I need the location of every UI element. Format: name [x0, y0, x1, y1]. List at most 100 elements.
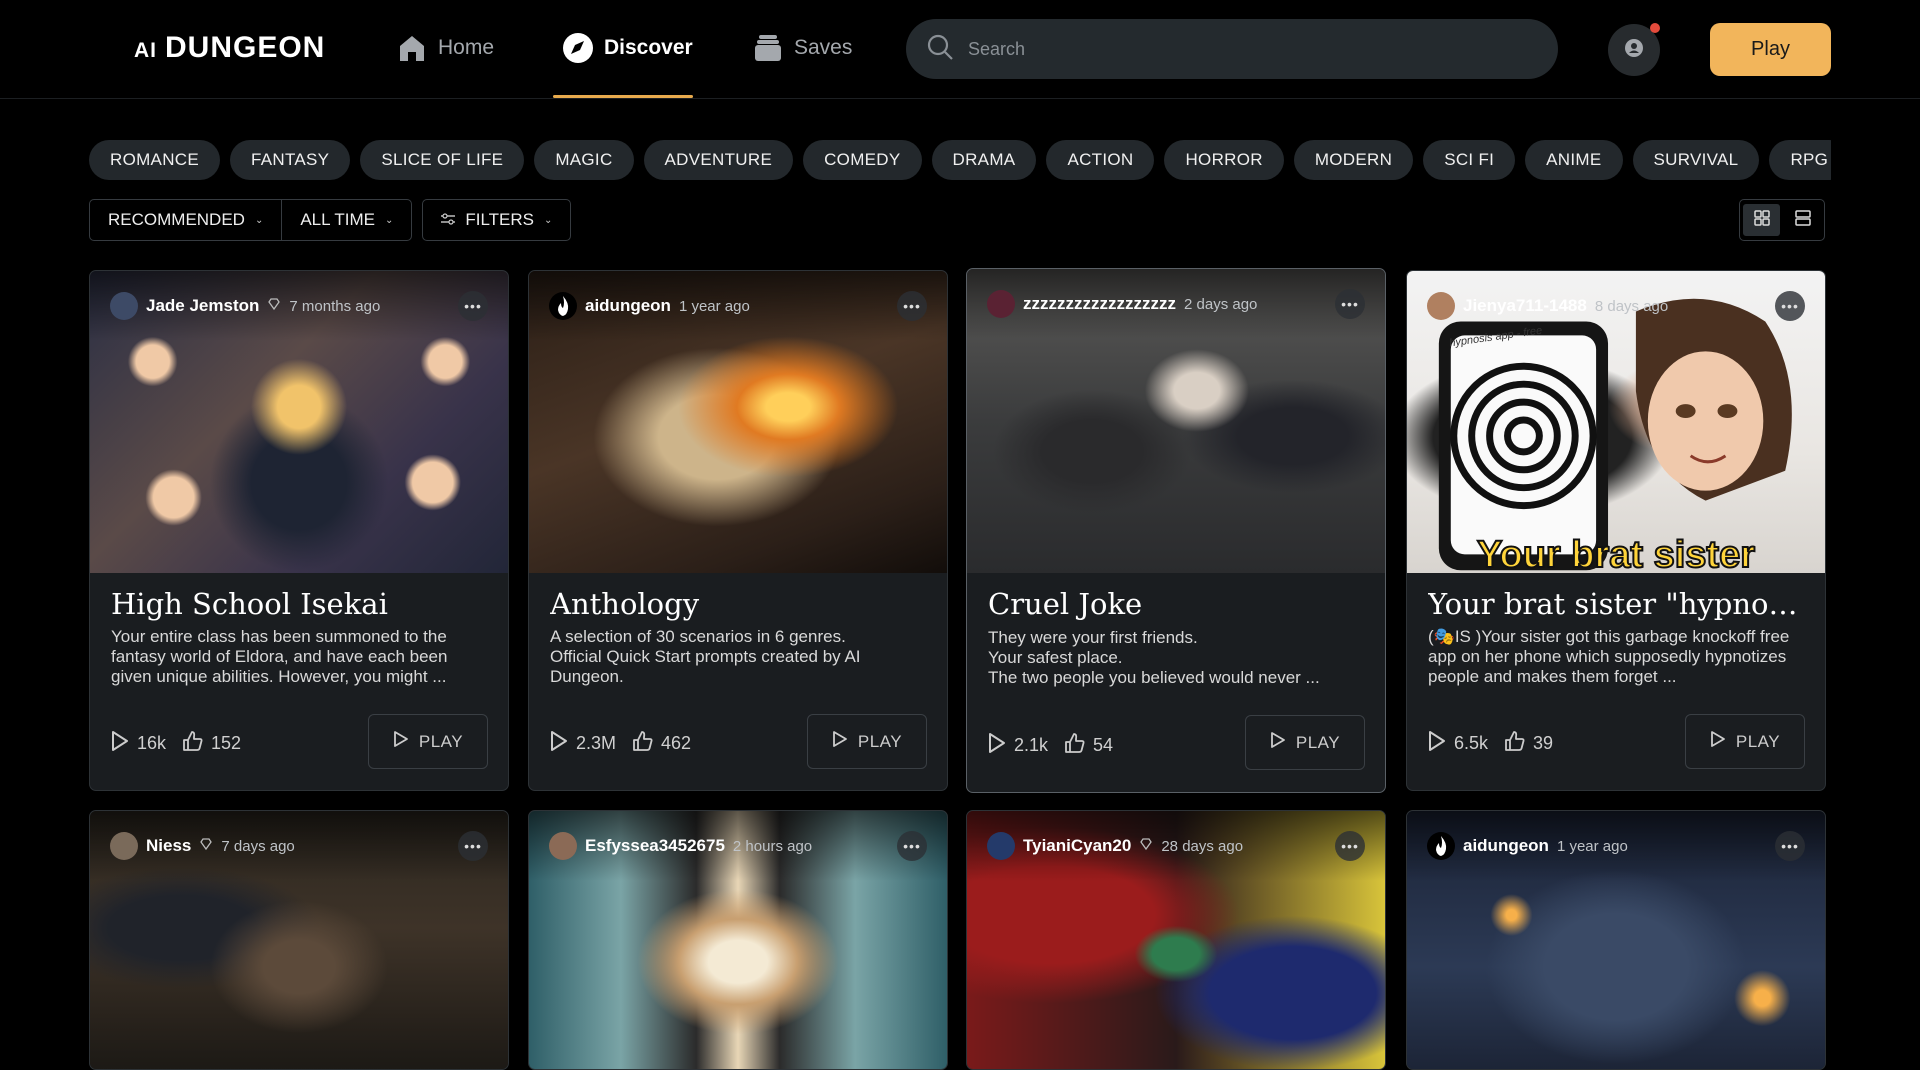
author-name[interactable]: TyianiCyan20	[1023, 836, 1131, 856]
play-count-value: 16k	[137, 733, 167, 753]
scenario-title[interactable]: Your brat sister "hypnotize...	[1428, 587, 1809, 621]
user-avatar[interactable]	[549, 292, 577, 320]
posted-time: 1 year ago	[1556, 837, 1628, 855]
grid-view-button[interactable]	[1743, 204, 1780, 236]
like-count[interactable]: 152	[182, 730, 241, 757]
scenario-card[interactable]: Jade Jemston 7 months ago ••• High Schoo…	[89, 270, 509, 791]
scenario-stats: 2.3M 462	[549, 730, 691, 757]
genre-chip[interactable]: SURVIVAL	[1632, 140, 1760, 180]
play-outline-icon	[987, 732, 1007, 759]
play-count: 6.5k	[1427, 730, 1488, 757]
time-range-dropdown[interactable]: ALL TIME ⌄	[281, 200, 411, 240]
more-options-icon[interactable]: •••	[897, 831, 927, 861]
author-name[interactable]: aidungeon	[585, 296, 671, 316]
search-bar[interactable]	[906, 19, 1558, 79]
nav-home[interactable]: Home	[396, 28, 494, 68]
chevron-down-icon: ⌄	[254, 214, 264, 226]
flame-icon	[1436, 836, 1447, 856]
stack-icon	[752, 32, 784, 64]
card-header: aidungeon 1 year ago •••	[549, 291, 927, 321]
genre-chip[interactable]: RPG	[1769, 140, 1831, 180]
genre-chip[interactable]: DRAMA	[931, 140, 1037, 180]
search-input[interactable]	[968, 38, 1528, 60]
scenario-card[interactable]: hypnosis app - free Your brat sister Jie…	[1406, 270, 1826, 791]
scenario-card[interactable]: aidungeon 1 year ago ••• Anthology A sel…	[528, 270, 948, 791]
more-options-icon[interactable]: •••	[458, 831, 488, 861]
nav-saves[interactable]: Saves	[752, 28, 852, 68]
more-options-icon[interactable]: •••	[1335, 831, 1365, 861]
like-count[interactable]: 39	[1504, 730, 1553, 757]
scenario-stats: 6.5k 39	[1427, 730, 1553, 757]
sort-order-dropdown[interactable]: RECOMMENDED ⌄	[90, 200, 281, 240]
user-avatar[interactable]	[987, 832, 1015, 860]
genre-chip[interactable]: MAGIC	[534, 140, 634, 180]
card-header: Esfyssea3452675 2 hours ago •••	[549, 831, 927, 861]
genre-chip[interactable]: ACTION	[1046, 140, 1155, 180]
user-avatar[interactable]	[110, 292, 138, 320]
genre-chip[interactable]: FANTASY	[230, 140, 351, 180]
scenario-card[interactable]: Esfyssea3452675 2 hours ago •••	[528, 810, 948, 1070]
genre-chip[interactable]: SLICE OF LIFE	[360, 140, 525, 180]
user-avatar[interactable]	[1427, 292, 1455, 320]
nav-discover[interactable]: Discover	[562, 28, 693, 68]
more-options-icon[interactable]: •••	[1775, 831, 1805, 861]
author-name[interactable]: aidungeon	[1463, 836, 1549, 856]
thumbs-up-icon	[632, 730, 654, 757]
scenario-card[interactable]: TyianiCyan20 28 days ago •••	[966, 810, 1386, 1070]
author-name[interactable]: Esfyssea3452675	[585, 836, 725, 856]
scenario-title[interactable]: High School Isekai	[111, 587, 492, 621]
card-play-button[interactable]: PLAY	[1245, 715, 1365, 770]
genre-chip[interactable]: ROMANCE	[89, 140, 220, 180]
genre-chip[interactable]: COMEDY	[803, 140, 922, 180]
card-play-button[interactable]: PLAY	[1685, 714, 1805, 769]
scenario-title[interactable]: Anthology	[550, 587, 931, 621]
genre-chip[interactable]: HORROR	[1164, 140, 1284, 180]
author-name[interactable]: Jienya711-1488	[1463, 296, 1587, 316]
scenario-card[interactable]: Niess 7 days ago •••	[89, 810, 509, 1070]
author-name[interactable]: Jade Jemston	[146, 296, 259, 316]
logo-dungeon: DUNGEON	[165, 31, 326, 64]
genre-chip[interactable]: SCI FI	[1423, 140, 1516, 180]
user-avatar[interactable]	[110, 832, 138, 860]
flame-icon	[558, 296, 569, 316]
chevron-down-icon: ⌄	[384, 214, 394, 226]
like-count[interactable]: 462	[632, 730, 691, 757]
nav-home-label: Home	[438, 36, 495, 59]
card-header: zzzzzzzzzzzzzzzzzz 2 days ago •••	[987, 289, 1365, 319]
scenario-title[interactable]: Cruel Joke	[988, 587, 1369, 621]
author-name[interactable]: zzzzzzzzzzzzzzzzzz	[1023, 294, 1176, 314]
more-options-icon[interactable]: •••	[897, 291, 927, 321]
author-name[interactable]: Niess	[146, 836, 191, 856]
scenario-description: (🎭IS )Your sister got this garbage knock…	[1428, 627, 1790, 686]
like-count[interactable]: 54	[1064, 732, 1113, 759]
card-play-label: PLAY	[857, 731, 903, 751]
filters-dropdown[interactable]: FILTERS ⌄	[423, 200, 570, 240]
sort-bar: RECOMMENDED ⌄ ALL TIME ⌄ FILTERS ⌄	[89, 199, 572, 241]
more-options-icon[interactable]: •••	[458, 291, 488, 321]
sort-order-label: RECOMMENDED	[108, 210, 245, 229]
genre-chip[interactable]: ANIME	[1525, 140, 1623, 180]
user-avatar[interactable]	[549, 832, 577, 860]
ai-dungeon-logo[interactable]: AI DUNGEON	[134, 31, 325, 65]
play-count: 2.3M	[549, 730, 616, 757]
card-play-button[interactable]: PLAY	[368, 714, 488, 769]
scenario-card[interactable]: zzzzzzzzzzzzzzzzzz 2 days ago ••• Cruel …	[966, 268, 1386, 793]
more-options-icon[interactable]: •••	[1335, 289, 1365, 319]
user-avatar[interactable]	[987, 290, 1015, 318]
list-view-button[interactable]	[1784, 204, 1821, 236]
genre-chip[interactable]: ADVENTURE	[643, 140, 794, 180]
more-options-icon[interactable]: •••	[1775, 291, 1805, 321]
posted-time: 1 year ago	[678, 297, 750, 315]
compass-icon	[562, 32, 594, 64]
scenario-card[interactable]: aidungeon 1 year ago •••	[1406, 810, 1826, 1070]
gem-icon	[1139, 836, 1153, 856]
play-count: 2.1k	[987, 732, 1048, 759]
genre-chip[interactable]: MODERN	[1293, 140, 1414, 180]
active-tab-indicator	[553, 95, 693, 98]
image-caption: Your brat sister	[1476, 533, 1756, 577]
genre-chips: ROMANCE FANTASY SLICE OF LIFE MAGIC ADVE…	[89, 140, 1831, 180]
play-outline-icon	[1427, 730, 1447, 757]
user-avatar[interactable]	[1427, 832, 1455, 860]
play-button[interactable]: Play	[1710, 23, 1831, 76]
card-play-button[interactable]: PLAY	[807, 714, 927, 769]
